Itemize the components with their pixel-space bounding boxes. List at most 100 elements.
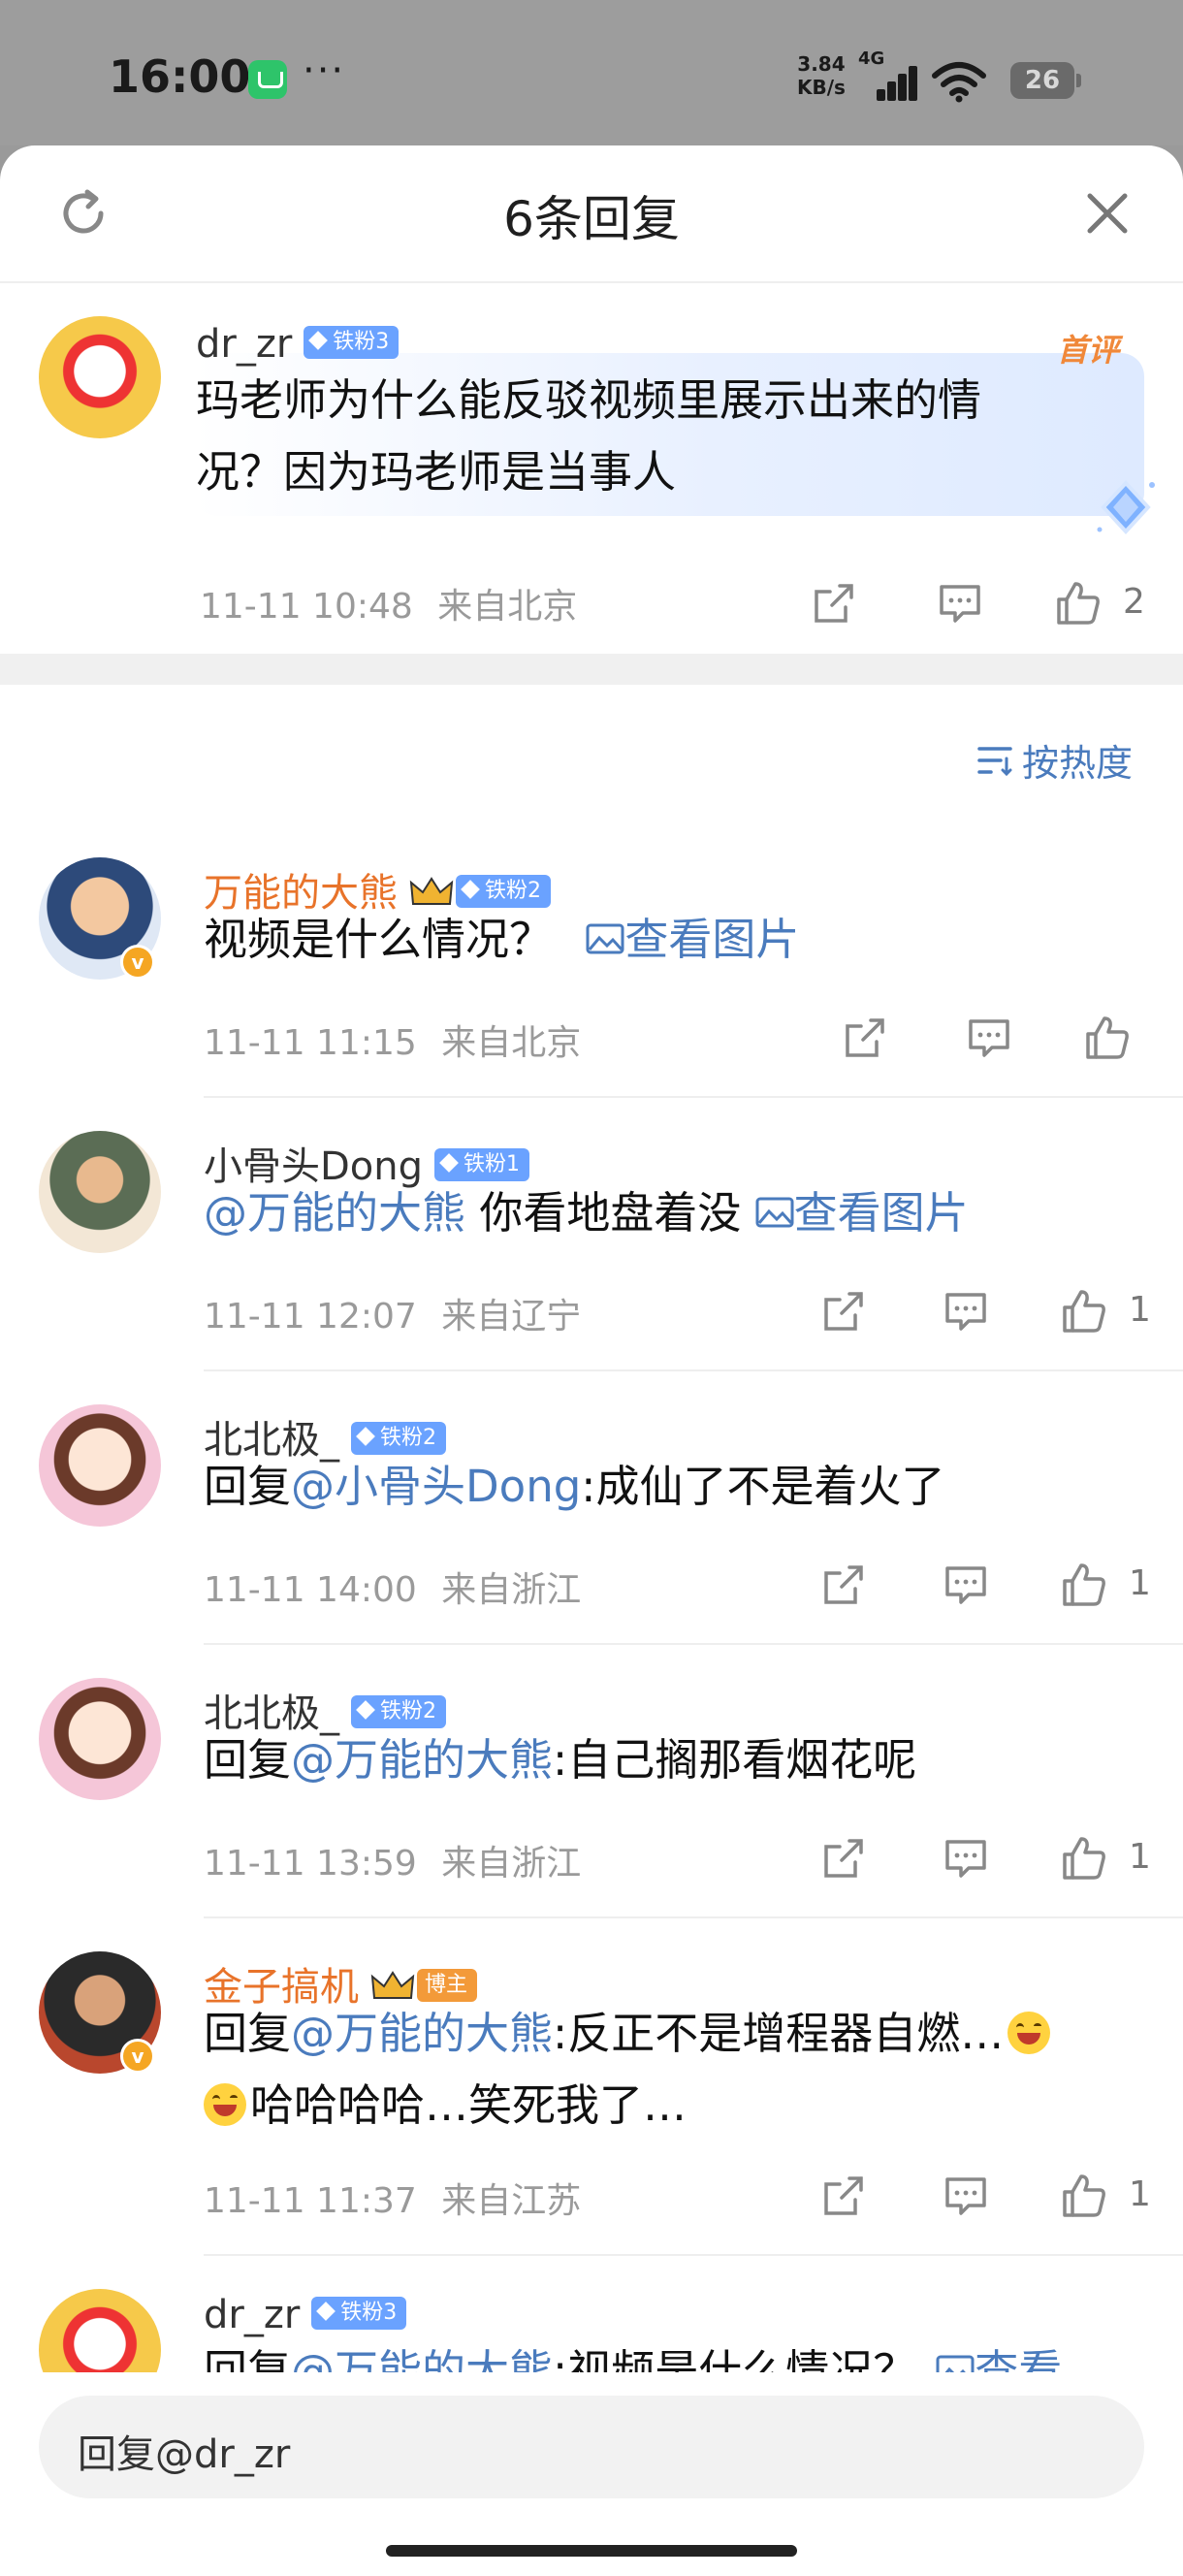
comment-body: :自己搁那看烟花呢 xyxy=(553,1734,917,1786)
share-icon[interactable] xyxy=(811,580,857,627)
comment-actions xyxy=(842,1014,1152,1069)
comment-time: 11-11 12:07 xyxy=(204,1297,417,1336)
view-image-link[interactable]: 查看图片 xyxy=(755,1187,969,1239)
like-icon[interactable] xyxy=(1059,1835,1109,1882)
like-icon[interactable] xyxy=(1059,1288,1109,1335)
comment-actions: 2 xyxy=(811,580,1160,634)
more-notifications-icon: ··· xyxy=(303,48,346,93)
comment-body: :反正不是增程器自燃… xyxy=(553,2008,1005,2059)
comment-time: 11-11 11:15 xyxy=(204,1023,417,1063)
share-icon[interactable] xyxy=(820,1288,867,1335)
close-icon[interactable] xyxy=(1078,184,1136,242)
comment-body: 视频是什么情况？ xyxy=(204,914,554,965)
fan-badge-label: 铁粉3 xyxy=(340,2301,398,2325)
net-speed-unit: KB/s xyxy=(797,76,846,99)
comment-time: 11-11 14:00 xyxy=(204,1570,417,1610)
like-icon[interactable] xyxy=(1059,2173,1109,2219)
mention-link[interactable]: @万能的大熊 xyxy=(291,1734,553,1786)
comment-author[interactable]: dr_zr 铁粉3 xyxy=(196,322,400,367)
reply-icon[interactable] xyxy=(943,1562,989,1608)
like-icon[interactable] xyxy=(1082,1014,1133,1061)
fan-badge-label: 铁粉2 xyxy=(485,879,541,903)
view-image-label[interactable]: 查看图片 xyxy=(624,914,799,965)
reply-icon[interactable] xyxy=(937,580,983,627)
sort-icon[interactable] xyxy=(977,745,1012,776)
author-name[interactable]: dr_zr xyxy=(196,322,292,367)
section-divider xyxy=(0,654,1183,685)
comment-text: 玛老师为什么能反驳视频里展示出来的情 况？因为玛老师是当事人 xyxy=(196,365,981,508)
avatar[interactable] xyxy=(39,1404,161,1527)
mention-link[interactable]: @万能的大熊 xyxy=(204,1187,465,1239)
comment-text: 回复@万能的大熊:自己搁那看烟花呢 xyxy=(204,1724,916,1796)
comment-text: 回复@万能的大熊:反正不是增程器自燃… 哈哈哈哈…笑死我了… xyxy=(204,1998,1054,2141)
verified-badge: v xyxy=(120,2039,155,2074)
comment-meta: 11-11 13:59 来自浙江 xyxy=(204,1835,581,1885)
reply-item: 小骨头Dong 铁粉1 @万能的大熊 你看地盘着没 查看图片 11-11 12:0… xyxy=(0,1098,1183,1371)
like-icon[interactable] xyxy=(1059,1562,1109,1608)
replies-sheet: 6条回复 dr_zr 铁粉3 首评 玛老师为什么能反驳视频里展示出来的情 况？因为… xyxy=(0,145,1183,2576)
avatar[interactable] xyxy=(39,316,161,438)
mention-link[interactable]: @小骨头Dong xyxy=(291,1461,581,1512)
sort-by-hot-button[interactable]: 按热度 xyxy=(1022,733,1133,787)
comment-text: @万能的大熊 你看地盘着没 查看图片 xyxy=(204,1177,969,1249)
like-count: 1 xyxy=(1129,1837,1151,1877)
sheet-header: 6条回复 xyxy=(0,145,1183,283)
root-comment: dr_zr 铁粉3 首评 玛老师为什么能反驳视频里展示出来的情 况？因为玛老师是当… xyxy=(0,283,1183,654)
share-icon[interactable] xyxy=(820,2173,867,2219)
share-icon[interactable] xyxy=(842,1014,888,1061)
avatar[interactable] xyxy=(39,1131,161,1253)
comment-body: :成仙了不是着火了 xyxy=(581,1461,945,1512)
view-image-label[interactable]: 查看图片 xyxy=(794,1187,969,1239)
reply-icon[interactable] xyxy=(943,1835,989,1882)
signal-icon xyxy=(873,64,921,101)
fan-badge: 铁粉3 xyxy=(311,2297,407,2330)
reply-icon[interactable] xyxy=(943,1288,989,1335)
comment-time: 11-11 10:48 xyxy=(200,587,413,627)
comment-time: 11-11 11:37 xyxy=(204,2181,417,2221)
reply-input-placeholder[interactable]: 回复@dr_zr xyxy=(78,2423,290,2479)
avatar[interactable] xyxy=(39,1678,161,1800)
home-indicator[interactable] xyxy=(386,2545,797,2557)
net-speed: 3.84 KB/s xyxy=(797,52,846,99)
like-count: 1 xyxy=(1129,1563,1151,1603)
comment-meta: 11-11 14:00 来自浙江 xyxy=(204,1562,581,1612)
comment-meta: 11-11 10:48 来自北京 xyxy=(200,578,577,628)
status-time: 16:00 xyxy=(109,50,251,103)
comment-author[interactable]: dr_zr 铁粉3 xyxy=(204,2293,407,2337)
fan-badge-label: 铁粉1 xyxy=(464,1152,521,1176)
mention-link[interactable]: @万能的大熊 xyxy=(291,2008,553,2059)
comment-body: 你看地盘着没 xyxy=(465,1187,755,1239)
comment-meta: 11-11 12:07 来自辽宁 xyxy=(204,1288,581,1338)
like-count: 1 xyxy=(1129,2174,1151,2214)
like-count: 2 xyxy=(1123,582,1145,622)
image-icon xyxy=(586,923,624,954)
app-notification-icon xyxy=(248,60,287,99)
reply-input[interactable]: 回复@dr_zr xyxy=(39,2396,1144,2498)
fan-badge: 铁粉2 xyxy=(351,1422,446,1455)
reply-item: v 万能的大熊 铁粉2 视频是什么情况？ 查看图片 11-11 11:15 来自北… xyxy=(0,824,1183,1098)
comment-location: 来自浙江 xyxy=(441,1844,582,1884)
reply-icon[interactable] xyxy=(966,1014,1012,1061)
fan-badge-label: 铁粉2 xyxy=(380,1699,436,1723)
blogger-badge: 博主 xyxy=(417,1969,478,2002)
reply-item: 北北极_ 铁粉2 回复@小骨头Dong:成仙了不是着火了 11-11 14:00 … xyxy=(0,1371,1183,1645)
view-image-link[interactable]: 查看图片 xyxy=(586,914,799,965)
laugh-emoji-icon xyxy=(1007,2012,1051,2054)
battery-icon: 26 xyxy=(1010,62,1081,99)
share-icon[interactable] xyxy=(820,1835,867,1882)
reply-prefix: 回复 xyxy=(204,2008,292,2059)
status-bar: 16:00 ··· 3.84 KB/s 4G 26 xyxy=(0,0,1183,145)
diamond-icon xyxy=(1097,480,1155,534)
comment-time: 11-11 13:59 xyxy=(204,1844,417,1884)
reply-prefix: 回复 xyxy=(204,1734,292,1786)
reply-prefix: 回复 xyxy=(204,1461,292,1512)
fan-badge: 铁粉2 xyxy=(456,875,551,908)
fan-badge-label: 铁粉2 xyxy=(380,1426,436,1450)
comment-location: 来自江苏 xyxy=(441,2181,582,2221)
comment-text: 回复@小骨头Dong:成仙了不是着火了 xyxy=(204,1451,944,1523)
reply-icon[interactable] xyxy=(943,2173,989,2219)
share-icon[interactable] xyxy=(820,1562,867,1608)
author-name[interactable]: dr_zr xyxy=(204,2293,300,2337)
reply-item: v 金子搞机 博主 回复@万能的大熊:反正不是增程器自燃… 哈哈哈哈…笑死我了… … xyxy=(0,1918,1183,2256)
like-icon[interactable] xyxy=(1053,580,1103,627)
